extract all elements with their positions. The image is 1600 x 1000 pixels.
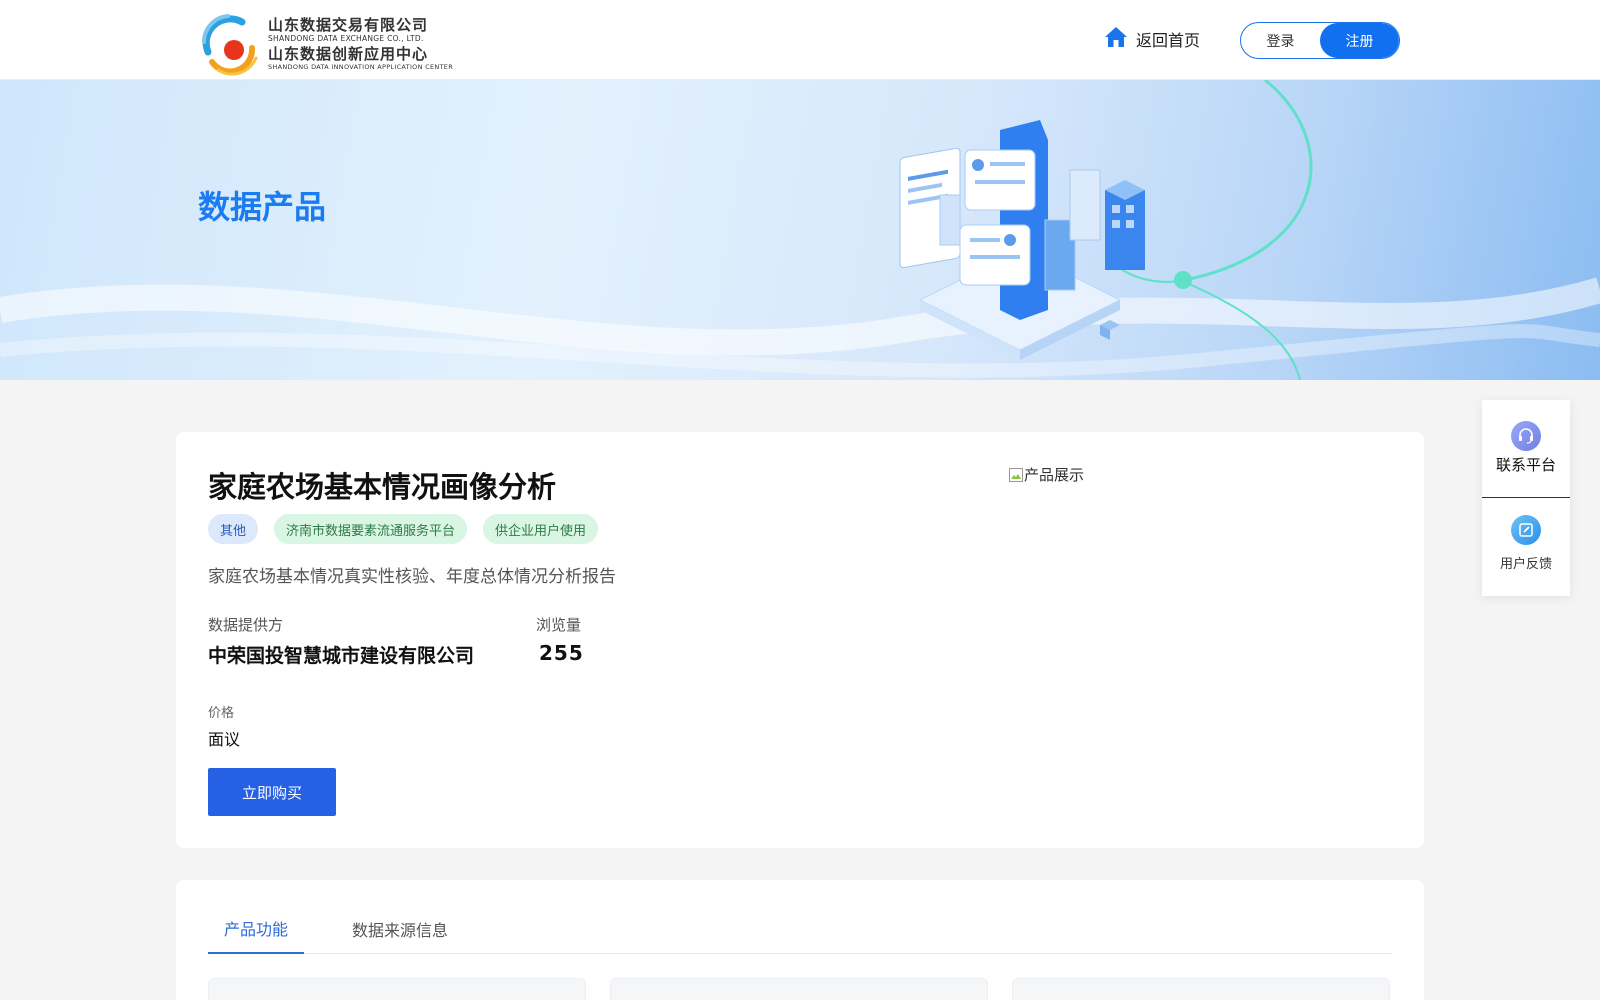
user-feedback-button[interactable]: 用户反馈 [1482, 498, 1570, 596]
user-feedback-label: 用户反馈 [1499, 557, 1552, 572]
tab-bar: 产品功能 数据来源信息 [208, 904, 1392, 954]
tab-data-source[interactable]: 数据来源信息 [352, 904, 448, 954]
logo-center-cn: 山东数据创新应用中心 [268, 44, 429, 63]
register-button[interactable]: 注册 [1320, 23, 1399, 58]
feature-card [610, 978, 988, 1000]
logo-mark-icon [198, 12, 262, 76]
floating-side-panel: 联系平台 用户反馈 [1482, 400, 1570, 596]
edit-icon [1511, 515, 1541, 545]
contact-platform-label: 联系平台 [1495, 456, 1556, 474]
broken-image: 产品展示 [1008, 464, 1084, 485]
tab-product-function[interactable]: 产品功能 [208, 904, 304, 954]
broken-image-icon [1009, 467, 1023, 482]
product-description: 家庭农场基本情况真实性核验、年度总体情况分析报告 [208, 567, 616, 587]
logo-company-cn: 山东数据交易有限公司 [268, 16, 429, 34]
data-illustration [899, 120, 1145, 360]
home-link[interactable]: 返回首页 [1104, 26, 1200, 52]
contact-platform-button[interactable]: 联系平台 [1482, 400, 1570, 498]
product-image: 产品展示 [1008, 464, 1388, 744]
product-image-alt: 产品展示 [1024, 466, 1085, 484]
buy-now-button[interactable]: 立即购买 [208, 768, 336, 816]
tag-category: 其他 [208, 514, 259, 544]
feature-card [208, 978, 586, 1000]
views-label: 浏览量 [536, 616, 582, 634]
banner-decoration [0, 80, 1600, 380]
home-link-label: 返回首页 [1136, 31, 1201, 50]
tag-platform: 济南市数据要素流通服务平台 [274, 514, 468, 544]
views-value: 255 [539, 641, 584, 665]
logo[interactable]: 山东数据交易有限公司 SHANDONG DATA EXCHANGE CO., L… [198, 12, 458, 76]
logo-company-en: SHANDONG DATA EXCHANGE CO., LTD. [268, 34, 424, 43]
logo-text: 山东数据交易有限公司 SHANDONG DATA EXCHANGE CO., L… [268, 18, 453, 70]
top-header: 山东数据交易有限公司 SHANDONG DATA EXCHANGE CO., L… [0, 0, 1600, 80]
home-icon [1104, 26, 1128, 52]
auth-buttons: 登录 注册 [1240, 22, 1400, 59]
product-tags: 其他 济南市数据要素流通服务平台 供企业用户使用 [208, 514, 599, 544]
hero-banner: 数据产品 [0, 80, 1600, 380]
headset-icon [1511, 421, 1541, 451]
feature-card [1012, 978, 1390, 1000]
product-info-tabs-card: 产品功能 数据来源信息 [176, 880, 1424, 1000]
supplier-label: 数据提供方 [208, 616, 284, 634]
banner-title: 数据产品 [198, 188, 327, 226]
product-detail-card: 家庭农场基本情况画像分析 其他 济南市数据要素流通服务平台 供企业用户使用 家庭… [176, 432, 1424, 848]
product-title: 家庭农场基本情况画像分析 [208, 470, 557, 504]
supplier-value: 中荣国投智慧城市建设有限公司 [208, 645, 475, 667]
tag-audience: 供企业用户使用 [483, 514, 599, 544]
price-label: 价格 [208, 706, 235, 721]
feature-cards [208, 978, 1390, 1000]
price-value: 面议 [208, 730, 241, 749]
login-button[interactable]: 登录 [1241, 23, 1320, 58]
logo-center-en: SHANDONG DATA INNOVATION APPLICATION CEN… [268, 62, 454, 71]
